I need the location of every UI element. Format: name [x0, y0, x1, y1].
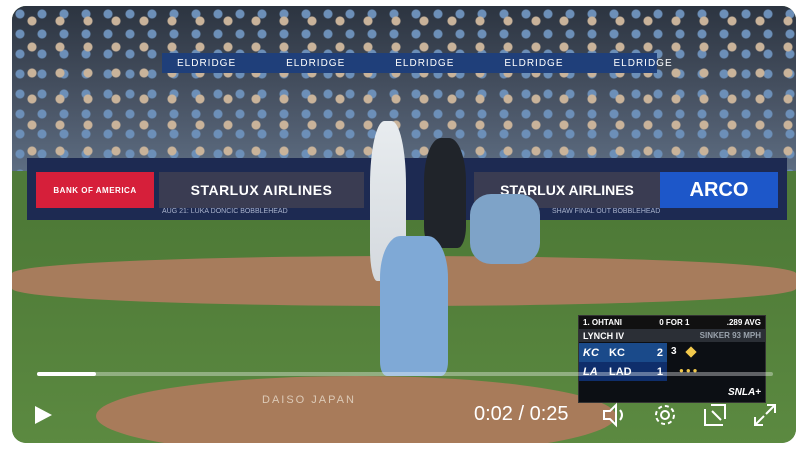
network-logo: SNLA+ [727, 387, 761, 398]
promo-text-2: SHAW FINAL OUT BOBBLEHEAD [552, 208, 661, 215]
video-player[interactable]: ELDRIDGE ELDRIDGE ELDRIDGE ELDRIDGE ELDRIDGE… [12, 6, 796, 443]
promo-text: AUG 21: LUKA DONCIC BOBBLEHEAD [162, 208, 288, 215]
team-row-kc: KC KC 2 [579, 343, 667, 362]
picture-in-picture-icon[interactable] [700, 400, 730, 430]
pitcher [380, 236, 448, 376]
fullscreen-icon[interactable] [750, 400, 780, 430]
mound-logo: DAISO JAPAN [262, 394, 356, 406]
inning-indicator: 3 [671, 346, 677, 357]
bank-of-america-ad: BANK OF AMERICA [36, 172, 154, 208]
progress-fill [37, 372, 96, 376]
bases-diamond-icon [685, 346, 697, 358]
time-display: 0:02 / 0:25 [474, 403, 569, 425]
scorebug: 1. OHTANI 0 FOR 1 .289 AVG LYNCH IV SINK… [578, 315, 766, 403]
stadium-stands [12, 6, 796, 171]
gear-icon[interactable] [650, 400, 680, 430]
eldridge-banner: ELDRIDGE ELDRIDGE ELDRIDGE ELDRIDGE ELDRIDGE [162, 53, 672, 73]
kc-logo-icon: KC [583, 346, 599, 359]
volume-icon[interactable] [600, 400, 630, 430]
play-icon[interactable] [30, 402, 56, 428]
umpire [424, 138, 466, 248]
starlux-ad: STARLUX AIRLINES [159, 172, 364, 208]
pitcher-row: LYNCH IV SINKER 93 MPH [579, 329, 765, 342]
catcher [470, 194, 540, 264]
progress-bar[interactable] [37, 372, 773, 376]
batter-row: 1. OHTANI 0 FOR 1 .289 AVG [579, 316, 765, 329]
arco-ad: ARCO [660, 172, 778, 208]
